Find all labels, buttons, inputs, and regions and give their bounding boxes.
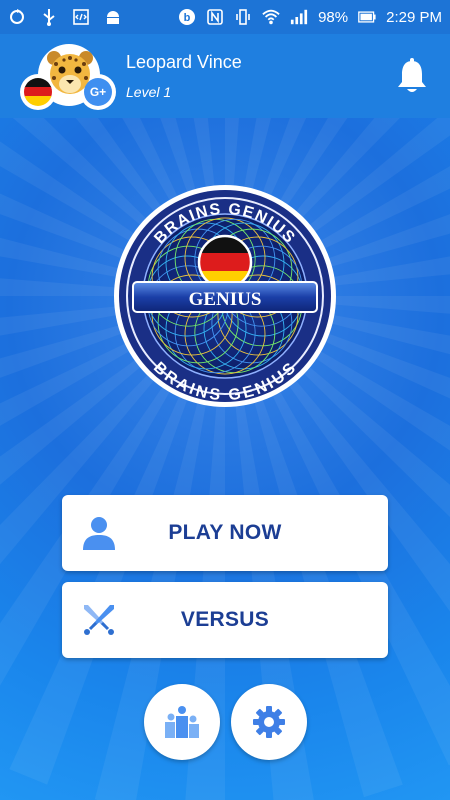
svg-text:b: b [184,12,191,24]
battery-icon [358,8,376,26]
leaderboard-icon [165,706,199,738]
german-flag-icon [24,78,52,106]
versus-label: VERSUS [180,608,270,631]
android-icon [104,8,122,26]
gear-icon [253,706,285,738]
sync-icon [8,8,26,26]
leaderboard-button[interactable] [144,684,220,760]
battery-percent: 98% [318,8,349,26]
nfc-icon [206,8,224,26]
status-icons-left [8,8,122,26]
user-level: Level 1 [126,84,172,100]
vibrate-icon [234,8,252,26]
status-bar: b 98% 2:29 PM [0,0,450,34]
signal-icon [290,8,308,26]
main-area: BRAINS GENIUS BRAINS GENIUS GENIUS PLAY … [0,118,450,800]
avatar[interactable]: G+ [20,44,116,114]
play-now-label: PLAY NOW [168,521,282,544]
status-icons-right: b 98% 2:29 PM [178,8,442,26]
play-now-button[interactable]: PLAY NOW [62,495,388,571]
brains-genius-logo: BRAINS GENIUS BRAINS GENIUS GENIUS [114,185,336,407]
versus-button[interactable]: VERSUS [62,582,388,658]
developer-icon [72,8,90,26]
usb-icon [40,8,58,26]
clock: 2:29 PM [386,8,442,26]
google-plus-icon: G+ [84,78,112,106]
beats-icon: b [178,8,196,26]
wifi-icon [262,8,280,26]
settings-button[interactable] [231,684,307,760]
bell-icon[interactable] [396,56,428,96]
logo-center-text: GENIUS [189,289,262,310]
username: Leopard Vince [126,52,242,72]
